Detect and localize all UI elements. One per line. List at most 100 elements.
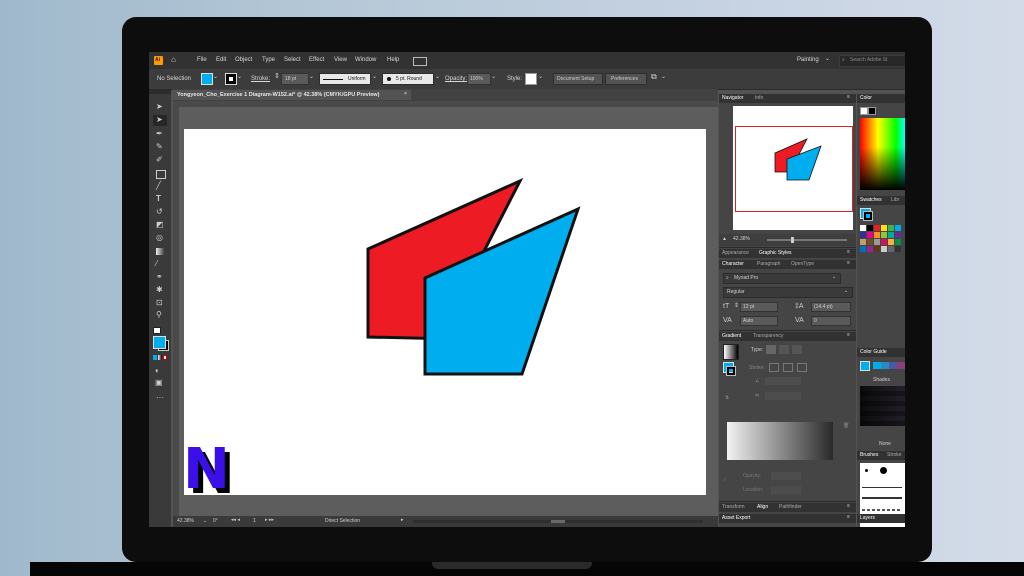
color-spectrum[interactable] (860, 118, 905, 190)
tab-stroke[interactable]: Stroke (887, 453, 901, 458)
none-mode-icon[interactable] (163, 355, 167, 360)
navigator-zoom-slider[interactable] (767, 237, 847, 243)
zoom-out-icon[interactable]: ▲ (722, 237, 727, 242)
swatch[interactable] (867, 239, 873, 245)
brush-definition[interactable]: 5 pt. Round (382, 73, 434, 85)
brush-round-large[interactable] (880, 467, 887, 474)
menu-select[interactable]: Select (284, 57, 301, 63)
menu-view[interactable]: View (334, 57, 347, 63)
eyedropper-icon[interactable]: ⁄ (725, 478, 726, 483)
font-family-field[interactable]: ⌕ Myriad Pro ⌄ (723, 273, 841, 284)
tab-appearance[interactable]: Appearance (722, 251, 749, 256)
type-tool-icon[interactable]: T (156, 195, 161, 203)
paintbrush-tool-icon[interactable]: ╱ (156, 182, 161, 190)
tab-character[interactable]: Character (722, 262, 744, 267)
artboard-next-icons[interactable]: ▸ ▸▸ (265, 518, 274, 523)
swatch[interactable] (860, 232, 866, 238)
kerning-field[interactable]: Auto (740, 316, 778, 326)
swatch[interactable] (881, 232, 887, 238)
pencil-tool-icon[interactable]: ✎ (156, 143, 163, 151)
gradient-mode-icon[interactable] (158, 355, 162, 360)
artboard[interactable] (184, 129, 706, 495)
stepper-icon[interactable]: ⇕ (734, 303, 739, 309)
radial-gradient-button[interactable] (779, 345, 789, 354)
brush-stroke-line[interactable] (862, 487, 902, 488)
color-mode-icon[interactable] (153, 355, 157, 360)
search-field[interactable]: ⌕ Search Adobe St (839, 55, 905, 67)
menu-edit[interactable]: Edit (216, 57, 226, 63)
gradient-slider[interactable] (727, 422, 833, 460)
symbol-sprayer-icon[interactable]: ✱ (156, 286, 163, 294)
tab-info[interactable]: Info (755, 96, 763, 101)
swatch[interactable] (874, 246, 880, 252)
color-fill-swatch[interactable] (860, 107, 868, 115)
tab-transparency[interactable]: Transparency (753, 334, 783, 339)
menu-file[interactable]: File (197, 57, 207, 63)
brush-round-small[interactable] (865, 469, 868, 472)
stepper-icon[interactable]: ⇕ (274, 73, 280, 80)
pen-tool-icon[interactable]: ✒ (156, 130, 163, 138)
tab-align[interactable]: Align (757, 505, 768, 510)
chevron-down-icon[interactable]: ⌄ (203, 519, 207, 524)
close-tab-icon[interactable]: × (404, 92, 407, 97)
default-colors-icon[interactable] (153, 327, 161, 334)
draw-mode-icon[interactable]: ◐ (155, 367, 160, 375)
swatch[interactable] (881, 225, 887, 231)
angle-field[interactable] (765, 377, 801, 385)
leading-field[interactable]: (14.4 pt) (811, 302, 851, 312)
tab-pathfinder[interactable]: Pathfinder (779, 505, 802, 510)
opacity-field[interactable]: 100% (467, 73, 491, 85)
tab-layers[interactable]: Layers (860, 516, 875, 521)
screen-mode-icon[interactable]: ▣ (155, 379, 163, 387)
color-stroke-swatch[interactable] (868, 107, 876, 115)
swatch[interactable] (860, 239, 866, 245)
aspect-ratio-field[interactable] (765, 392, 801, 400)
chevron-down-icon[interactable]: ⌄ (237, 74, 242, 80)
fill-indicator[interactable] (153, 336, 166, 349)
zoom-tool-icon[interactable]: ⚲ (156, 311, 162, 319)
gradient-opacity-field[interactable] (771, 472, 801, 480)
shades-grid[interactable] (860, 386, 905, 426)
brush-stroke-line[interactable] (862, 497, 902, 499)
font-style-field[interactable]: Regular ⌄ (723, 287, 853, 298)
preferences-button[interactable]: Preferences (605, 73, 647, 85)
fill-swatch[interactable] (201, 73, 213, 85)
menu-window[interactable]: Window (355, 57, 376, 63)
swatch[interactable] (874, 225, 880, 231)
tab-asset-export[interactable]: Asset Export (722, 516, 750, 521)
tab-navigator[interactable]: Navigator (722, 96, 743, 101)
freeform-gradient-button[interactable] (792, 345, 802, 354)
direct-selection-tool[interactable]: ➤ (153, 115, 167, 126)
swatch[interactable] (874, 239, 880, 245)
more-tools-icon[interactable]: ··· (156, 394, 164, 402)
shape-builder-tool-icon[interactable]: ◎ (156, 234, 163, 242)
navigator-zoom[interactable]: 42.38% (733, 237, 750, 242)
chevron-down-icon[interactable]: ⌄ (491, 74, 496, 80)
stroke-swatch[interactable] (225, 73, 237, 85)
tab-opentype[interactable]: OpenType (791, 262, 814, 267)
chevron-down-icon[interactable]: ⌄ (538, 74, 543, 80)
swatches-stroke-indicator[interactable] (863, 211, 873, 221)
artboard-tool-icon[interactable]: ⊡ (156, 299, 163, 307)
panel-menu-icon[interactable]: ≡ (847, 515, 850, 520)
harmony-strip[interactable] (873, 362, 905, 369)
rotate-tool-icon[interactable]: ↺ (156, 208, 163, 216)
opacity-label[interactable]: Opacity: (445, 76, 467, 82)
swatch[interactable] (888, 239, 894, 245)
tab-libraries[interactable]: Libr (891, 198, 899, 203)
tab-brushes[interactable]: Brushes (860, 453, 878, 458)
panel-menu-icon[interactable]: ≡ (847, 261, 850, 266)
menu-type[interactable]: Type (262, 57, 275, 63)
tab-gradient[interactable]: Gradient (722, 334, 741, 339)
tab-color[interactable]: Color (860, 96, 872, 101)
swatch[interactable] (895, 232, 901, 238)
curvature-tool-icon[interactable]: ✐ (156, 156, 163, 164)
color-guide-base[interactable] (860, 361, 870, 371)
artboard-nav-icons[interactable]: ◂◂ ◂ (231, 518, 240, 523)
swatch[interactable] (881, 239, 887, 245)
gradient-location-field[interactable] (771, 486, 801, 494)
brush-dashed[interactable] (862, 509, 902, 511)
menu-effect[interactable]: Effect (309, 57, 324, 63)
selection-tool-icon[interactable]: ➤ (156, 103, 163, 111)
swatch[interactable] (867, 246, 873, 252)
